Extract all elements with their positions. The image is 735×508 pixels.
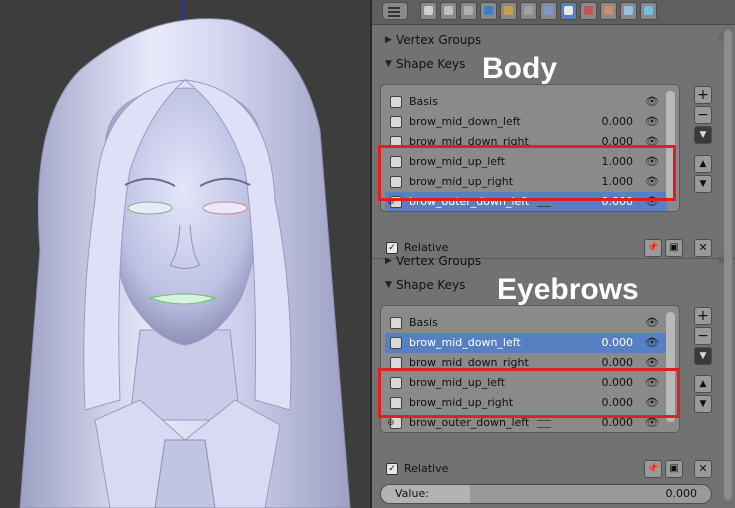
constraints-icon[interactable]	[520, 2, 537, 20]
properties-header	[372, 0, 735, 25]
modifiers-icon-glyph	[544, 6, 553, 15]
shape-key-row[interactable]: Basis 👁	[385, 313, 667, 333]
expand-triangle-icon[interactable]: ▶	[385, 256, 392, 266]
constraints-icon-glyph	[524, 6, 533, 15]
highlight-box-body-keys	[378, 145, 676, 201]
edit-mode-icon[interactable]: ▣	[665, 460, 683, 478]
value-number: 0.000	[665, 487, 698, 500]
relative-checkbox[interactable]: ✓	[386, 463, 398, 475]
annotation-label-eyebrows: Eyebrows	[497, 273, 639, 306]
shape-key-row[interactable]: Basis 👁	[385, 92, 667, 112]
physics-icon-glyph	[644, 6, 653, 15]
eye-icon[interactable]: 👁	[645, 95, 659, 108]
object-icon[interactable]	[500, 2, 517, 20]
character-mesh	[19, 0, 351, 508]
shape-key-icon	[390, 317, 402, 329]
clear-shape-keys-button[interactable]: ✕	[694, 460, 712, 478]
particles-icon[interactable]	[620, 2, 637, 20]
remove-shape-key-button[interactable]: −	[694, 106, 712, 124]
expand-triangle-icon[interactable]: ▶	[385, 35, 392, 45]
shape-key-icon	[390, 116, 402, 128]
shape-key-specials-button[interactable]: ▼	[694, 347, 712, 365]
render-layers-icon-glyph	[444, 6, 453, 15]
shape-key-value[interactable]: 0.000	[602, 115, 634, 128]
relative-label: Relative	[404, 462, 449, 475]
clear-shape-keys-button[interactable]: ✕	[694, 239, 712, 257]
world-icon-glyph	[484, 6, 493, 15]
data-icon-glyph	[564, 6, 573, 15]
relative-checkbox[interactable]: ✓	[386, 242, 398, 254]
eye-icon[interactable]: 👁	[645, 316, 659, 329]
move-up-button[interactable]: ▲	[694, 375, 712, 393]
remove-shape-key-button[interactable]: −	[694, 327, 712, 345]
shape-key-icon	[390, 96, 402, 108]
eye-icon[interactable]: 👁	[645, 336, 659, 349]
world-icon[interactable]	[480, 2, 497, 20]
material-icon-glyph	[584, 6, 593, 15]
scene-icon[interactable]	[460, 2, 477, 20]
collapse-triangle-icon[interactable]: ▼	[385, 280, 392, 290]
shape-key-name[interactable]: Basis	[409, 95, 438, 108]
collapse-triangle-icon[interactable]: ▼	[385, 59, 392, 69]
shape-key-specials-button[interactable]: ▼	[694, 126, 712, 144]
material-icon[interactable]	[580, 2, 597, 20]
highlight-box-eyebrow-keys	[378, 368, 680, 418]
annotation-label-body: Body	[482, 52, 557, 85]
add-shape-key-button[interactable]: +	[694, 86, 712, 104]
properties-editor: ▶ Vertex Groups //// ▼ Shape Keys Body B…	[372, 0, 735, 508]
relative-label: Relative	[404, 241, 449, 254]
panel-scrollbar[interactable]	[724, 30, 732, 500]
shape-key-value[interactable]: 0.000	[602, 336, 634, 349]
editor-type-menu[interactable]	[382, 2, 408, 20]
physics-icon[interactable]	[640, 2, 657, 20]
eye-icon[interactable]: 👁	[645, 115, 659, 128]
render-layers-icon[interactable]	[440, 2, 457, 20]
shape-key-icon	[390, 337, 402, 349]
move-down-button[interactable]: ▼	[694, 395, 712, 413]
shape-keys-header[interactable]: Shape Keys	[396, 57, 465, 71]
move-up-button[interactable]: ▲	[694, 155, 712, 173]
data-icon[interactable]	[560, 2, 577, 20]
vertex-groups-header[interactable]: Vertex Groups	[396, 254, 481, 268]
shape-key-name[interactable]: brow_mid_down_left	[409, 336, 521, 349]
shape-key-value-slider[interactable]: Value: 0.000	[380, 484, 712, 504]
render-icon[interactable]	[420, 2, 437, 20]
vertex-groups-header[interactable]: Vertex Groups	[396, 33, 481, 47]
shape-keys-header[interactable]: Shape Keys	[396, 278, 465, 292]
value-label: Value:	[395, 487, 429, 500]
modifiers-icon[interactable]	[540, 2, 557, 20]
list-resize-handle[interactable]	[537, 420, 551, 428]
add-shape-key-button[interactable]: +	[694, 307, 712, 325]
shape-key-row[interactable]: brow_mid_down_left 0.000 👁	[385, 112, 667, 132]
particles-icon-glyph	[624, 6, 633, 15]
texture-icon[interactable]	[600, 2, 617, 20]
scene-icon-glyph	[464, 6, 473, 15]
3d-viewport[interactable]	[0, 0, 370, 508]
shape-key-name[interactable]: brow_mid_down_left	[409, 115, 521, 128]
object-icon-glyph	[504, 6, 513, 15]
edit-mode-icon[interactable]: ▣	[665, 239, 683, 257]
shape-key-row[interactable]: brow_mid_down_left 0.000 👁	[385, 333, 667, 353]
pin-icon[interactable]: 📌	[644, 239, 662, 257]
texture-icon-glyph	[604, 6, 613, 15]
move-down-button[interactable]: ▼	[694, 175, 712, 193]
shape-key-name[interactable]: Basis	[409, 316, 438, 329]
filter-options-icon[interactable]: ⊕	[387, 418, 395, 428]
pin-icon[interactable]: 📌	[644, 460, 662, 478]
render-icon-glyph	[424, 6, 433, 15]
